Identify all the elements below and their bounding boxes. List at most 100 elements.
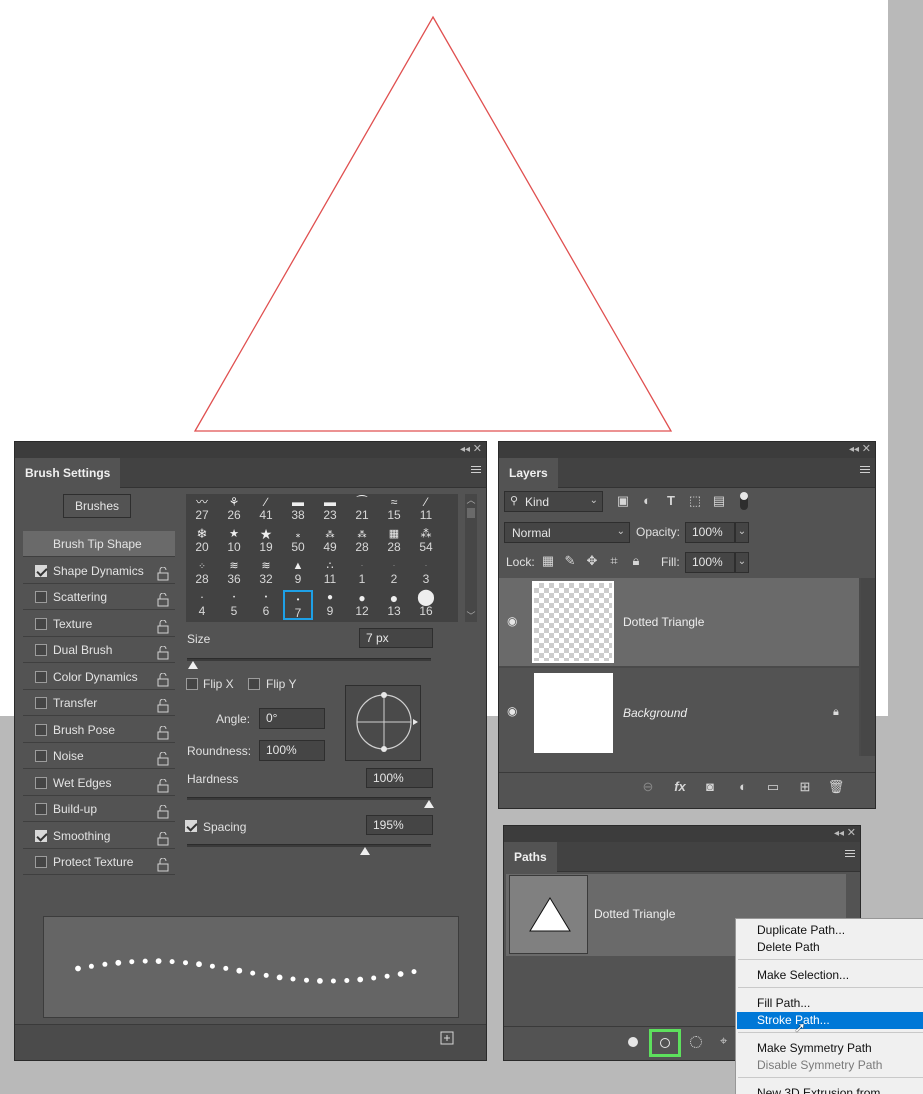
angle-field[interactable]: 0° bbox=[259, 708, 325, 729]
close-icon[interactable]: ✕ bbox=[847, 826, 856, 841]
fill-dropdown[interactable]: ⌄ bbox=[735, 552, 749, 573]
brush-preset[interactable]: ▲ 9 bbox=[283, 558, 313, 588]
brush-preset[interactable]: ⁂ 49 bbox=[315, 526, 345, 556]
lock-transparent-icon[interactable]: ▦ bbox=[539, 552, 557, 570]
brush-option-texture[interactable]: Texture bbox=[23, 611, 175, 637]
kind-filter-select[interactable]: ⚲ Kind ⌄ bbox=[504, 491, 603, 512]
layer-row[interactable]: ◉ Background 🔒︎ bbox=[499, 668, 859, 756]
panel-titlebar[interactable]: ◂◂ ✕ bbox=[15, 442, 486, 458]
menu-item-disable-symmetry-path[interactable]: Disable Symmetry Path bbox=[737, 1057, 923, 1074]
adjustment-layer-icon[interactable]: ◐ bbox=[734, 778, 752, 796]
collapse-icon[interactable]: ◂◂ bbox=[849, 443, 859, 457]
stroke-path-button[interactable] bbox=[649, 1029, 681, 1057]
lock-icon[interactable] bbox=[157, 564, 169, 580]
brush-preset[interactable]: · 3 bbox=[411, 558, 441, 588]
brush-option-build-up[interactable]: Build-up bbox=[23, 796, 175, 822]
menu-item-new-3d-extrusion-from-selected-path[interactable]: New 3D Extrusion from Selected Path bbox=[737, 1085, 923, 1094]
brush-preset[interactable]: ⁂ 54 bbox=[411, 526, 441, 556]
size-slider-thumb[interactable] bbox=[188, 661, 198, 669]
filter-pixel-icon[interactable]: ▣ bbox=[614, 492, 632, 510]
option-checkbox[interactable] bbox=[35, 829, 47, 842]
collapse-icon[interactable]: ◂◂ bbox=[460, 443, 470, 457]
brushes-button[interactable]: Brushes bbox=[63, 494, 131, 518]
blend-mode-select[interactable]: Normal ⌄ bbox=[504, 522, 630, 543]
spacing-slider[interactable] bbox=[187, 844, 431, 847]
filter-smart-object-icon[interactable]: ▤ bbox=[710, 492, 728, 510]
new-layer-icon[interactable]: ⊞ bbox=[796, 778, 814, 796]
spacing-field[interactable]: 195% bbox=[366, 815, 433, 835]
lock-icon[interactable] bbox=[157, 723, 169, 739]
tab-layers[interactable]: Layers bbox=[499, 458, 558, 488]
brush-preset[interactable]: ▦ 28 bbox=[379, 526, 409, 556]
lock-icon[interactable] bbox=[157, 802, 169, 819]
brush-preset[interactable]: ● 9 bbox=[315, 590, 345, 620]
panel-menu-icon[interactable] bbox=[845, 850, 855, 860]
spacing-checkbox[interactable] bbox=[185, 820, 197, 832]
add-mask-icon[interactable]: ◙ bbox=[701, 778, 719, 796]
scroll-down-icon[interactable]: ﹀ bbox=[465, 610, 477, 622]
option-checkbox[interactable] bbox=[35, 644, 47, 656]
brush-preset[interactable]: ★ 19 bbox=[251, 526, 281, 556]
brush-preset[interactable]: · 1 bbox=[347, 558, 377, 588]
load-selection-icon[interactable] bbox=[690, 1036, 702, 1048]
brush-preset[interactable]: ● 12 bbox=[347, 590, 377, 620]
size-field[interactable]: 7 px bbox=[359, 628, 433, 648]
option-checkbox[interactable] bbox=[35, 803, 47, 815]
option-checkbox[interactable] bbox=[35, 591, 47, 603]
panel-titlebar[interactable]: ◂◂ ✕ bbox=[499, 442, 875, 458]
brush-preset[interactable]: ▬ 38 bbox=[283, 494, 313, 524]
eye-icon[interactable]: ◉ bbox=[507, 614, 517, 628]
option-checkbox[interactable] bbox=[35, 856, 47, 868]
lock-icon[interactable] bbox=[157, 829, 169, 845]
option-checkbox[interactable] bbox=[35, 564, 47, 577]
new-group-icon[interactable]: ▭ bbox=[764, 778, 782, 796]
brush-preset[interactable]: • 7 bbox=[283, 590, 313, 620]
lock-icon[interactable] bbox=[157, 617, 169, 633]
collapse-icon[interactable]: ◂◂ bbox=[834, 827, 844, 841]
brush-preset[interactable]: ⁘ 28 bbox=[187, 558, 217, 588]
menu-item-make-symmetry-path[interactable]: Make Symmetry Path bbox=[737, 1040, 923, 1057]
layer-name[interactable]: Background bbox=[623, 706, 687, 720]
panel-menu-icon[interactable] bbox=[471, 466, 481, 476]
brush-preset[interactable]: ⁎ 50 bbox=[283, 526, 313, 556]
lock-position-icon[interactable]: ✥ bbox=[583, 552, 601, 570]
brush-preset[interactable]: • 5 bbox=[219, 590, 249, 620]
brush-preset[interactable]: ❄ 20 bbox=[187, 526, 217, 556]
fill-field[interactable]: 100% bbox=[685, 552, 735, 573]
brush-preset[interactable]: ⬤ 16 bbox=[411, 590, 441, 620]
brush-option-protect-texture[interactable]: Protect Texture bbox=[23, 849, 175, 875]
eye-icon[interactable]: ◉ bbox=[507, 704, 517, 718]
brush-option-color-dynamics[interactable]: Color Dynamics bbox=[23, 664, 175, 690]
close-icon[interactable]: ✕ bbox=[473, 442, 482, 457]
lock-icon[interactable] bbox=[157, 776, 169, 792]
brush-preset[interactable]: 〰 27 bbox=[187, 494, 217, 524]
scroll-thumb[interactable] bbox=[467, 508, 475, 518]
brush-preset[interactable]: ★ 10 bbox=[219, 526, 249, 556]
angle-roundness-widget[interactable] bbox=[345, 685, 421, 761]
menu-item-fill-path[interactable]: Fill Path... bbox=[737, 995, 923, 1012]
lock-icon[interactable] bbox=[157, 590, 169, 607]
brush-preset[interactable]: · 2 bbox=[379, 558, 409, 588]
lock-image-icon[interactable]: ✎ bbox=[561, 552, 579, 570]
brush-preset[interactable]: ⁀ 21 bbox=[347, 494, 377, 524]
menu-item-delete-path[interactable]: Delete Path bbox=[737, 939, 923, 956]
lock-icon[interactable] bbox=[157, 696, 169, 713]
brush-option-noise[interactable]: Noise bbox=[23, 743, 175, 769]
panel-menu-icon[interactable] bbox=[860, 466, 870, 476]
lock-all-icon[interactable]: 🔒︎ bbox=[627, 552, 645, 570]
layer-row[interactable]: ◉ Dotted Triangle bbox=[499, 578, 859, 666]
option-checkbox[interactable] bbox=[35, 723, 47, 736]
close-icon[interactable]: ✕ bbox=[862, 442, 871, 457]
roundness-field[interactable]: 100% bbox=[259, 740, 325, 761]
option-checkbox[interactable] bbox=[35, 750, 47, 762]
flip-x-checkbox[interactable] bbox=[186, 678, 198, 690]
lock-icon[interactable] bbox=[157, 749, 169, 766]
hardness-slider[interactable] bbox=[187, 797, 431, 800]
tab-brush-settings[interactable]: Brush Settings bbox=[15, 458, 121, 488]
filter-adjustment-icon[interactable]: ◐ bbox=[638, 492, 656, 510]
layers-scrollbar[interactable] bbox=[861, 578, 875, 756]
brush-preset[interactable]: ∴ 11 bbox=[315, 558, 345, 588]
flip-y-checkbox[interactable] bbox=[248, 678, 260, 690]
delete-layer-icon[interactable]: 🗑︎ bbox=[827, 778, 845, 796]
brush-preset[interactable]: ∕ 41 bbox=[251, 494, 281, 524]
